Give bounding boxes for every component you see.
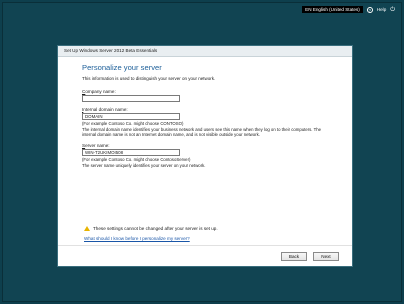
language-indicator[interactable]: EN English (United States)	[302, 6, 363, 13]
domain-name-label: Internal domain name:	[82, 107, 128, 112]
warning-text: These settings cannot be changed after y…	[93, 226, 218, 231]
next-button[interactable]: Next	[313, 252, 339, 261]
warning-icon	[84, 226, 90, 231]
desktop-background: EN English (United States) ? Help ⏻ Set …	[2, 2, 402, 302]
server-help-text: The server name uniquely identifies your…	[82, 162, 206, 168]
setup-dialog: Set Up Windows Server 2012 Beta Essentia…	[57, 45, 353, 267]
back-button[interactable]: Back	[281, 252, 307, 261]
warning-message: These settings cannot be changed after y…	[84, 226, 218, 231]
top-status-bar: EN English (United States) ? Help ⏻	[302, 6, 395, 13]
server-example-text: (For example Contoso Co. might choose Co…	[82, 156, 191, 162]
power-icon[interactable]: ⏻	[390, 7, 395, 13]
company-name-label: Company name:	[82, 89, 116, 94]
domain-example-text: (For example Contoso Co. might choose CO…	[82, 121, 184, 126]
company-name-input[interactable]	[82, 95, 180, 102]
domain-help-text: The internal domain name identifies your…	[82, 127, 322, 138]
dialog-title-bar: Set Up Windows Server 2012 Beta Essentia…	[58, 46, 352, 57]
server-name-input[interactable]	[82, 148, 180, 156]
help-link[interactable]: Help	[377, 7, 386, 12]
dialog-content: Personalize your server This information…	[58, 57, 352, 168]
question-circle-icon[interactable]: ?	[366, 6, 373, 13]
domain-name-input[interactable]	[82, 113, 180, 120]
page-title: Personalize your server	[82, 63, 162, 72]
intro-text: This information is used to distinguish …	[82, 76, 216, 81]
help-personalize-link[interactable]: What should I know before I personalize …	[84, 236, 190, 241]
dialog-footer: Back Next	[58, 245, 352, 266]
server-name-label: Server name:	[82, 142, 110, 148]
